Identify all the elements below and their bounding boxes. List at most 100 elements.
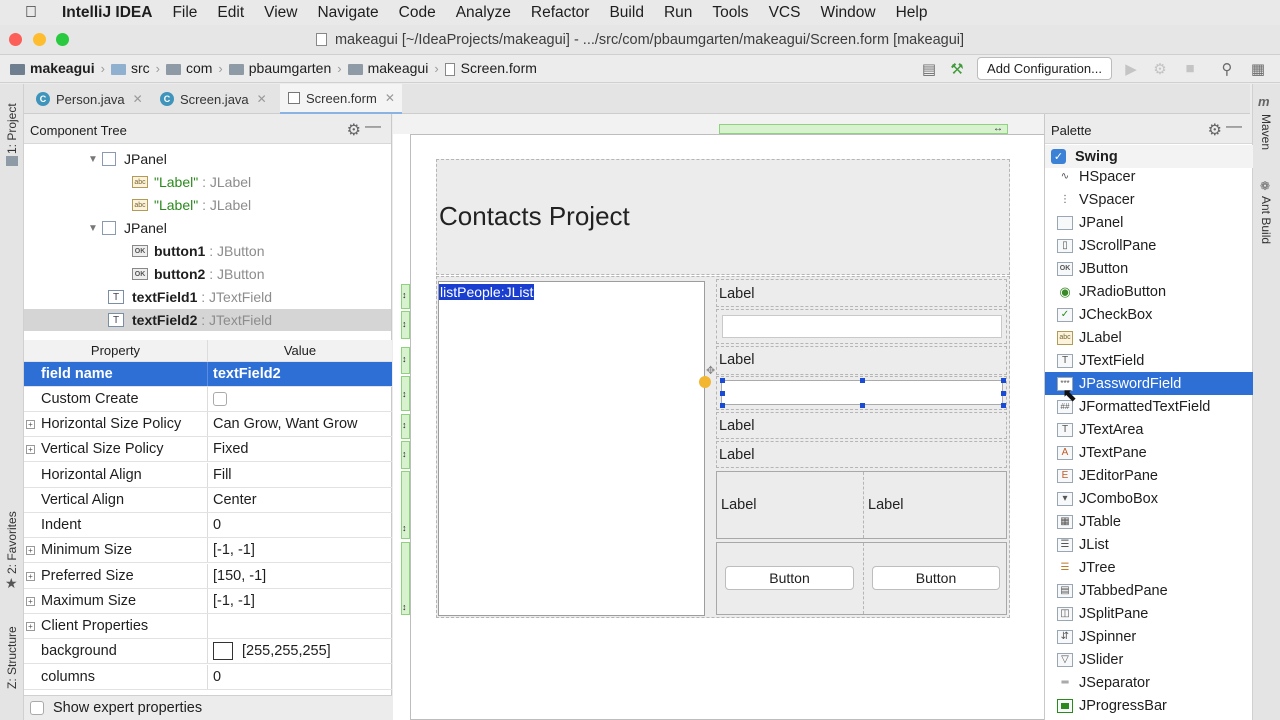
form-textfield-2[interactable] xyxy=(721,380,1003,405)
property-row-preferred-size[interactable]: + Preferred Size [150, -1] xyxy=(24,564,392,590)
menu-refactor[interactable]: Refactor xyxy=(531,4,590,22)
menu-analyze[interactable]: Analyze xyxy=(456,4,511,22)
property-row-columns[interactable]: columns 0 xyxy=(24,665,392,691)
tree-node-jpanel[interactable]: ▼ JPanel xyxy=(88,217,167,239)
property-row-background[interactable]: background [255,255,255] xyxy=(24,639,392,665)
debug-icon[interactable]: ⚙ xyxy=(1151,60,1169,78)
palette-item-jseparator[interactable]: ═ JSeparator xyxy=(1045,671,1253,694)
gear-icon[interactable]: ⚙ xyxy=(347,120,361,140)
palette-item-jprogressbar[interactable]: JProgressBar xyxy=(1045,694,1253,717)
field-name-value[interactable]: textField2 xyxy=(208,362,392,386)
lightbulb-icon[interactable] xyxy=(699,376,711,388)
add-configuration-button[interactable]: Add Configuration... xyxy=(977,57,1112,80)
property-row-minimum-size[interactable]: + Minimum Size [-1, -1] xyxy=(24,538,392,564)
tab-person-java[interactable]: C Person.java ✕ xyxy=(28,84,152,114)
tree-node-textfield1[interactable]: T textField1 : JTextField xyxy=(108,286,272,308)
property-row-field-name[interactable]: field name textField2 xyxy=(24,362,392,388)
palette-item-jcombobox[interactable]: ▾ JComboBox xyxy=(1045,487,1253,510)
show-expert-checkbox[interactable] xyxy=(30,701,44,715)
label-cell[interactable] xyxy=(716,346,1007,375)
app-menu[interactable]: IntelliJ IDEA xyxy=(62,4,152,22)
menu-build[interactable]: Build xyxy=(609,4,643,22)
tab-screen-java[interactable]: C Screen.java ✕ xyxy=(152,84,277,114)
label-cell[interactable] xyxy=(716,412,1007,439)
selection-handle[interactable] xyxy=(860,403,865,408)
property-row-custom-create[interactable]: Custom Create xyxy=(24,387,392,413)
breadcrumb-item-pbaumgarten[interactable]: pbaumgarten xyxy=(249,60,332,76)
contacts-title-label[interactable]: Contacts Project xyxy=(439,201,630,232)
form-label[interactable]: Label xyxy=(719,352,754,368)
palette-item-jeditorpane[interactable]: E JEditorPane xyxy=(1045,464,1253,487)
palette-item-jtree[interactable]: ☰ JTree xyxy=(1045,556,1253,579)
apple-icon[interactable]:  xyxy=(22,4,40,22)
stop-icon[interactable]: ■ xyxy=(1181,60,1199,77)
expand-plus-icon[interactable]: + xyxy=(26,621,35,631)
expand-plus-icon[interactable]: + xyxy=(26,545,35,555)
palette-item-jslider[interactable]: ▽ JSlider xyxy=(1045,648,1253,671)
label-pair-panel[interactable] xyxy=(716,471,1007,539)
tree-node-label[interactable]: abc "Label" : JLabel xyxy=(132,194,251,216)
menu-help[interactable]: Help xyxy=(896,4,928,22)
column-guide[interactable] xyxy=(719,124,1008,134)
expand-triangle-icon[interactable]: ▼ xyxy=(88,223,102,234)
close-icon[interactable]: ✕ xyxy=(385,91,395,105)
selection-handle[interactable] xyxy=(1001,391,1006,396)
label-cell[interactable] xyxy=(716,441,1007,468)
menu-tools[interactable]: Tools xyxy=(712,4,748,22)
palette-item-jlabel[interactable]: abc JLabel xyxy=(1045,326,1253,349)
palette-item-jspinner[interactable]: ⇵ JSpinner xyxy=(1045,625,1253,648)
close-icon[interactable]: ✕ xyxy=(257,92,267,106)
property-row-indent[interactable]: Indent 0 xyxy=(24,513,392,539)
show-expert-properties[interactable]: Show expert properties xyxy=(24,695,392,720)
form-textfield-1[interactable] xyxy=(722,315,1002,338)
form-button-1[interactable]: Button xyxy=(725,566,854,590)
expand-plus-icon[interactable]: + xyxy=(26,419,35,429)
selection-handle[interactable] xyxy=(860,378,865,383)
custom-create-checkbox[interactable] xyxy=(213,392,227,407)
menu-edit[interactable]: Edit xyxy=(217,4,244,22)
palette-item-vspacer[interactable]: ⋮ VSpacer xyxy=(1045,188,1253,211)
form-label[interactable]: Label xyxy=(721,497,756,513)
property-row-horizontal-size-policy[interactable]: + Horizontal Size Policy Can Grow, Want G… xyxy=(24,412,392,438)
form-label[interactable]: Label xyxy=(719,286,754,302)
palette-item-jcheckbox[interactable]: ✓ JCheckBox xyxy=(1045,303,1253,326)
property-row-horizontal-align[interactable]: Horizontal Align Fill xyxy=(24,463,392,489)
palette-item-jtable[interactable]: ▦ JTable xyxy=(1045,510,1253,533)
palette-item-hspacer[interactable]: ∿ HSpacer xyxy=(1045,165,1253,188)
color-swatch[interactable] xyxy=(213,642,233,661)
expand-plus-icon[interactable]: + xyxy=(26,596,35,606)
breadcrumb-item-makeagui[interactable]: makeagui xyxy=(368,60,429,76)
palette-item-jsplitpane[interactable]: ◫ JSplitPane xyxy=(1045,602,1253,625)
tab-screen-form[interactable]: Screen.form ✕ xyxy=(280,84,402,114)
palette-item-jradiobutton[interactable]: ◉ JRadioButton xyxy=(1045,280,1253,303)
tree-node-button2[interactable]: OK button2 : JButton xyxy=(132,263,264,285)
tree-node-button1[interactable]: OK button1 : JButton xyxy=(132,240,264,262)
tree-node-jpanel[interactable]: ▼ JPanel xyxy=(88,148,167,170)
maven-tool-window-tab[interactable]: Maven xyxy=(1259,114,1273,150)
terminal-icon[interactable]: ▤ xyxy=(920,60,938,78)
expand-triangle-icon[interactable]: ▼ xyxy=(88,154,102,165)
expand-plus-icon[interactable]: + xyxy=(26,444,35,454)
property-row-vertical-align[interactable]: Vertical Align Center xyxy=(24,488,392,514)
palette-item-jtextarea[interactable]: T JTextArea xyxy=(1045,418,1253,441)
property-row-maximum-size[interactable]: + Maximum Size [-1, -1] xyxy=(24,589,392,615)
hide-panel-icon[interactable]: — xyxy=(1226,118,1242,136)
palette-item-jtextfield[interactable]: T JTextField xyxy=(1045,349,1253,372)
form-label[interactable]: Label xyxy=(719,418,754,434)
menu-view[interactable]: View xyxy=(264,4,297,22)
close-icon[interactable]: ✕ xyxy=(133,92,143,106)
menu-window[interactable]: Window xyxy=(820,4,875,22)
palette-item-jlist[interactable]: ☰ JList xyxy=(1045,533,1253,556)
structure-tool-window-tab[interactable]: Z: Structure xyxy=(5,626,19,689)
tree-node-label[interactable]: abc "Label" : JLabel xyxy=(132,171,251,193)
breadcrumb-item-com[interactable]: com xyxy=(186,60,212,76)
search-icon[interactable]: ⚲ xyxy=(1218,60,1236,78)
palette-item-jtabbedpane[interactable]: ▤ JTabbedPane xyxy=(1045,579,1253,602)
menu-run[interactable]: Run xyxy=(664,4,692,22)
build-hammer-icon[interactable]: ⚒ xyxy=(948,60,966,78)
favorites-tool-window-tab[interactable]: 2: Favorites xyxy=(5,511,19,574)
checkmark-icon[interactable]: ✓ xyxy=(1051,149,1066,164)
palette-item-jtextpane[interactable]: A JTextPane xyxy=(1045,441,1253,464)
ant-build-tool-window-tab[interactable]: Ant Build xyxy=(1259,196,1273,244)
form-button-2[interactable]: Button xyxy=(872,566,1000,590)
